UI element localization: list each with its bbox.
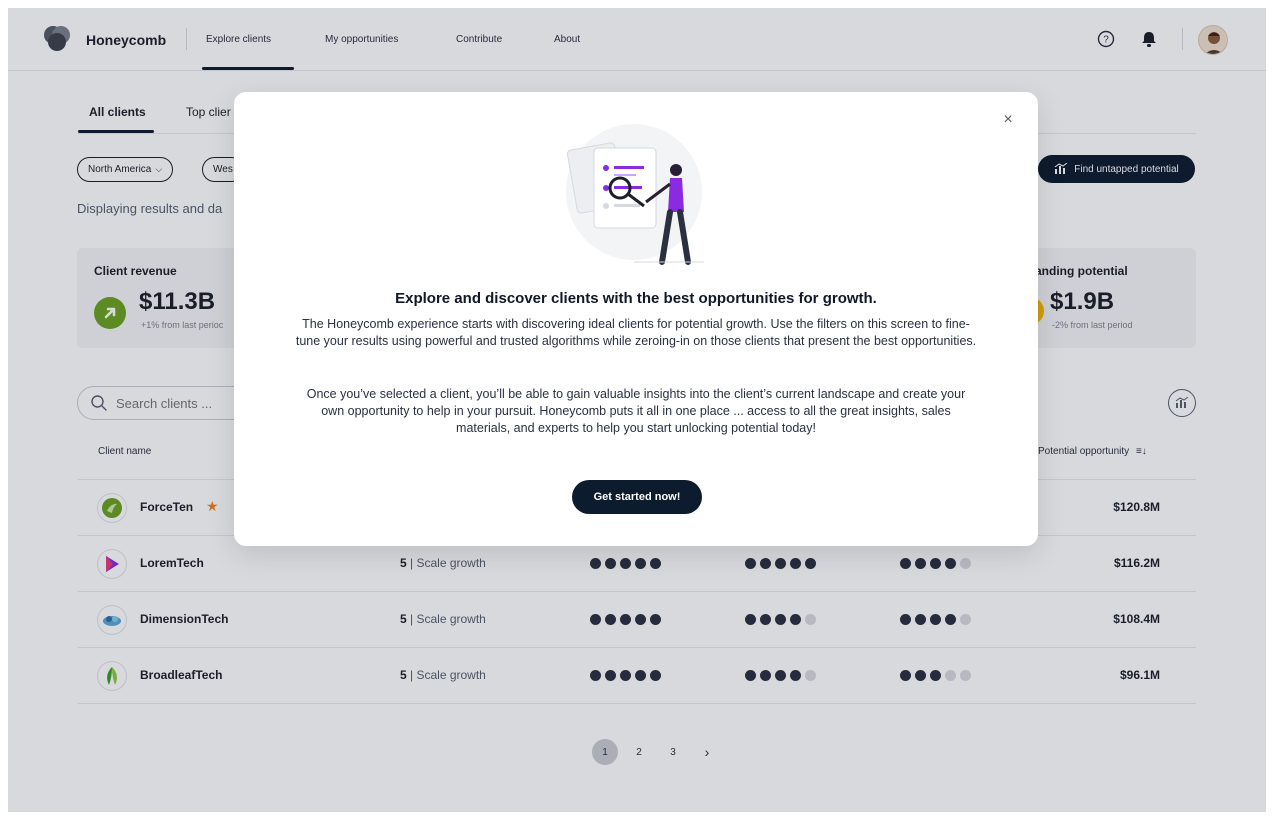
search-illustration-icon	[566, 124, 704, 265]
modal-paragraph-2: Once you’ve selected a client, you’ll be…	[306, 387, 966, 435]
onboarding-modal: × Explore and discover clients with the …	[234, 92, 1038, 546]
modal-paragraph-1: The Honeycomb experience starts with dis…	[295, 317, 977, 348]
app-window: Honeycomb Explore clients My opportuniti…	[8, 8, 1266, 812]
modal-title: Explore and discover clients with the be…	[395, 290, 877, 307]
close-icon[interactable]: ×	[998, 110, 1018, 130]
get-started-button[interactable]: Get started now!	[572, 480, 702, 514]
